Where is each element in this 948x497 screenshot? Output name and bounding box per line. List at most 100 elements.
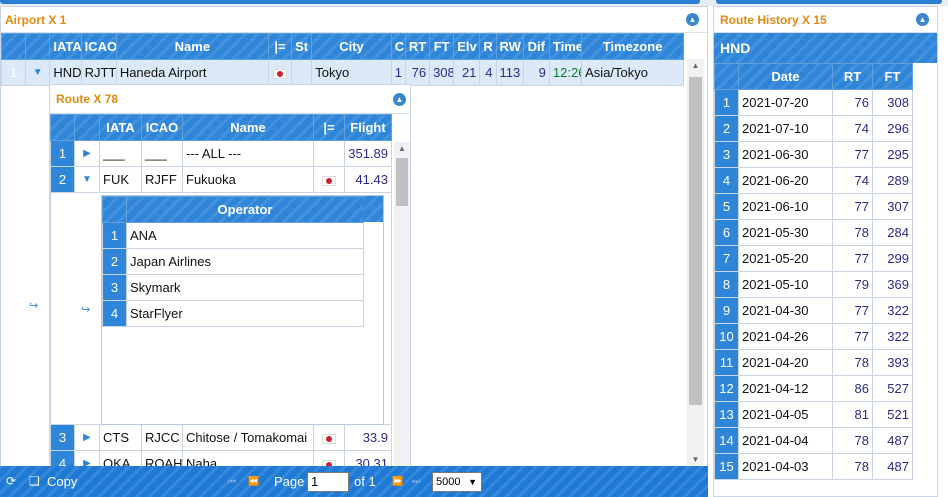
scroll-up-icon[interactable]: ▲ xyxy=(394,142,410,156)
table-row[interactable]: 10 2021-04-26 77 322 xyxy=(714,323,913,350)
table-row[interactable]: 15 2021-04-03 78 487 xyxy=(714,453,913,480)
collapse-row-icon[interactable]: ▼ xyxy=(25,59,51,86)
cell-rt: 81 xyxy=(832,401,873,428)
collapse-row-icon[interactable]: ▼ xyxy=(74,166,100,193)
cell-date: 2021-04-12 xyxy=(738,375,833,402)
scroll-down-icon[interactable]: ▼ xyxy=(687,453,704,467)
col-dif[interactable]: Dif xyxy=(522,33,550,60)
cell-num: 9 xyxy=(714,297,739,324)
table-row[interactable]: 9 2021-04-30 77 322 xyxy=(714,297,913,324)
table-row[interactable]: 5 2021-06-10 77 307 xyxy=(714,193,913,220)
collapse-up-icon[interactable]: ▲ xyxy=(686,13,699,26)
col-ft[interactable]: FT xyxy=(429,33,455,60)
cell-date: 2021-07-10 xyxy=(738,115,833,142)
col-elv[interactable]: Elv xyxy=(453,33,481,60)
cell-num: 11 xyxy=(714,349,739,376)
link-arrow-icon[interactable]: ↪ xyxy=(81,303,90,316)
col-name[interactable]: Name xyxy=(115,33,269,60)
page-input[interactable]: 1 xyxy=(307,472,349,492)
cell-ft: 393 xyxy=(872,349,913,376)
cell-rw: 113 xyxy=(495,59,524,86)
cell-ft: 527 xyxy=(872,375,913,402)
col-icao[interactable]: ICAO xyxy=(80,33,117,60)
col-iata[interactable]: IATA xyxy=(99,114,142,141)
col-flag[interactable]: |= xyxy=(267,33,293,60)
refresh-icon[interactable]: ⟳ xyxy=(6,466,16,497)
page-size-select[interactable]: 5000 ▼ xyxy=(432,472,482,492)
cell-num: 2 xyxy=(714,115,739,142)
cell-num: 12 xyxy=(714,375,739,402)
col-r[interactable]: R xyxy=(479,33,497,60)
cell-r: 4 xyxy=(479,59,497,86)
col-rw[interactable]: RW xyxy=(495,33,524,60)
col-time[interactable]: Time xyxy=(548,33,583,60)
cell-ft: 284 xyxy=(872,219,913,246)
list-item[interactable]: 3 Skymark xyxy=(102,274,364,301)
table-row[interactable]: 13 2021-04-05 81 521 xyxy=(714,401,913,428)
col-name[interactable]: Name xyxy=(182,114,314,141)
table-row[interactable]: 14 2021-04-04 78 487 xyxy=(714,427,913,454)
copy-icon[interactable]: ❏ xyxy=(29,466,40,497)
list-item[interactable]: 2 Japan Airlines xyxy=(102,248,364,275)
cell-date: 2021-04-03 xyxy=(738,453,833,480)
col-timezone[interactable]: Timezone xyxy=(581,33,684,60)
cell-rt: 77 xyxy=(832,193,873,220)
prev-page-icon[interactable]: ⏪ xyxy=(248,466,259,497)
table-row[interactable]: 2 ▼ FUK RJFF Fukuoka 41.43 xyxy=(50,166,392,193)
table-row[interactable]: 1 ▶ ___ ___ --- ALL --- 351.89 xyxy=(50,140,392,167)
list-item[interactable]: 4 StarFlyer xyxy=(102,300,364,327)
col-flight[interactable]: Flight xyxy=(344,114,392,141)
col-icao[interactable]: ICAO xyxy=(141,114,183,141)
col-c[interactable]: C xyxy=(390,33,406,60)
operator-header-filler xyxy=(363,196,383,222)
cell-iata: HND xyxy=(49,59,82,86)
col-rt[interactable]: RT xyxy=(832,63,873,90)
route-scrollbar[interactable]: ▲ xyxy=(394,142,410,468)
link-arrow-icon[interactable]: ↪ xyxy=(29,299,38,312)
table-row[interactable]: 7 2021-05-20 77 299 xyxy=(714,245,913,272)
cell-rt: 86 xyxy=(832,375,873,402)
col-ft[interactable]: FT xyxy=(872,63,913,90)
col-city[interactable]: City xyxy=(311,33,392,60)
page-count: of 1 xyxy=(354,474,376,489)
collapse-up-icon[interactable]: ▲ xyxy=(916,13,929,26)
col-st[interactable]: St xyxy=(291,33,313,60)
cell-date: 2021-07-20 xyxy=(738,89,833,116)
first-page-icon[interactable]: ⏮ xyxy=(228,466,236,497)
cell-c: 1 xyxy=(390,59,406,86)
table-row[interactable]: 6 2021-05-30 78 284 xyxy=(714,219,913,246)
col-rt[interactable]: RT xyxy=(404,33,431,60)
copy-button[interactable]: Copy xyxy=(47,466,77,497)
table-row[interactable]: 11 2021-04-20 78 393 xyxy=(714,349,913,376)
cell-rt: 77 xyxy=(832,245,873,272)
scroll-up-icon[interactable]: ▲ xyxy=(687,59,704,73)
list-item[interactable]: 1 ANA xyxy=(102,222,364,249)
col-operator[interactable]: Operator xyxy=(126,196,364,223)
airport-scrollbar[interactable]: ▲ ▼ xyxy=(687,59,704,467)
history-table: Date RT FT 1 2021-07-20 76 308 2 2021-07-10 74… xyxy=(714,63,913,480)
col-flag[interactable]: |= xyxy=(313,114,345,141)
cell-date: 2021-04-26 xyxy=(738,323,833,350)
expand-row-icon[interactable]: ▶ xyxy=(74,140,100,167)
last-page-icon[interactable]: ⏭ xyxy=(412,466,420,497)
table-row[interactable]: 1 2021-07-20 76 308 xyxy=(714,89,913,116)
cell-num: 7 xyxy=(714,245,739,272)
table-row[interactable]: 12 2021-04-12 86 527 xyxy=(714,375,913,402)
expand-row-icon[interactable]: ▶ xyxy=(74,424,100,451)
table-row[interactable]: 3 ▶ CTS RJCC Chitose / Tomakomai 33.9 xyxy=(50,424,392,451)
table-row[interactable]: 8 2021-05-10 79 369 xyxy=(714,271,913,298)
airport-header-row: IATA ICAO Name |= St City C RT FT Elv R … xyxy=(0,33,684,60)
table-row[interactable]: 2 2021-07-10 74 296 xyxy=(714,115,913,142)
collapse-up-icon[interactable]: ▲ xyxy=(393,93,406,106)
col-iata[interactable]: IATA xyxy=(49,33,82,60)
col-date[interactable]: Date xyxy=(738,63,833,90)
scrollbar-thumb[interactable] xyxy=(689,77,702,405)
cell-ft: 295 xyxy=(872,141,913,168)
page-label: Page xyxy=(274,474,305,489)
route-history-title: Route History X 15 ▲ xyxy=(714,7,937,33)
table-row[interactable]: 1 ▼ HND RJTT Haneda Airport Tokyo 1 76 3… xyxy=(0,59,684,86)
scrollbar-thumb[interactable] xyxy=(396,158,408,206)
table-row[interactable]: 3 2021-06-30 77 295 xyxy=(714,141,913,168)
next-page-icon[interactable]: ⏩ xyxy=(392,466,403,497)
table-row[interactable]: 4 2021-06-20 74 289 xyxy=(714,167,913,194)
